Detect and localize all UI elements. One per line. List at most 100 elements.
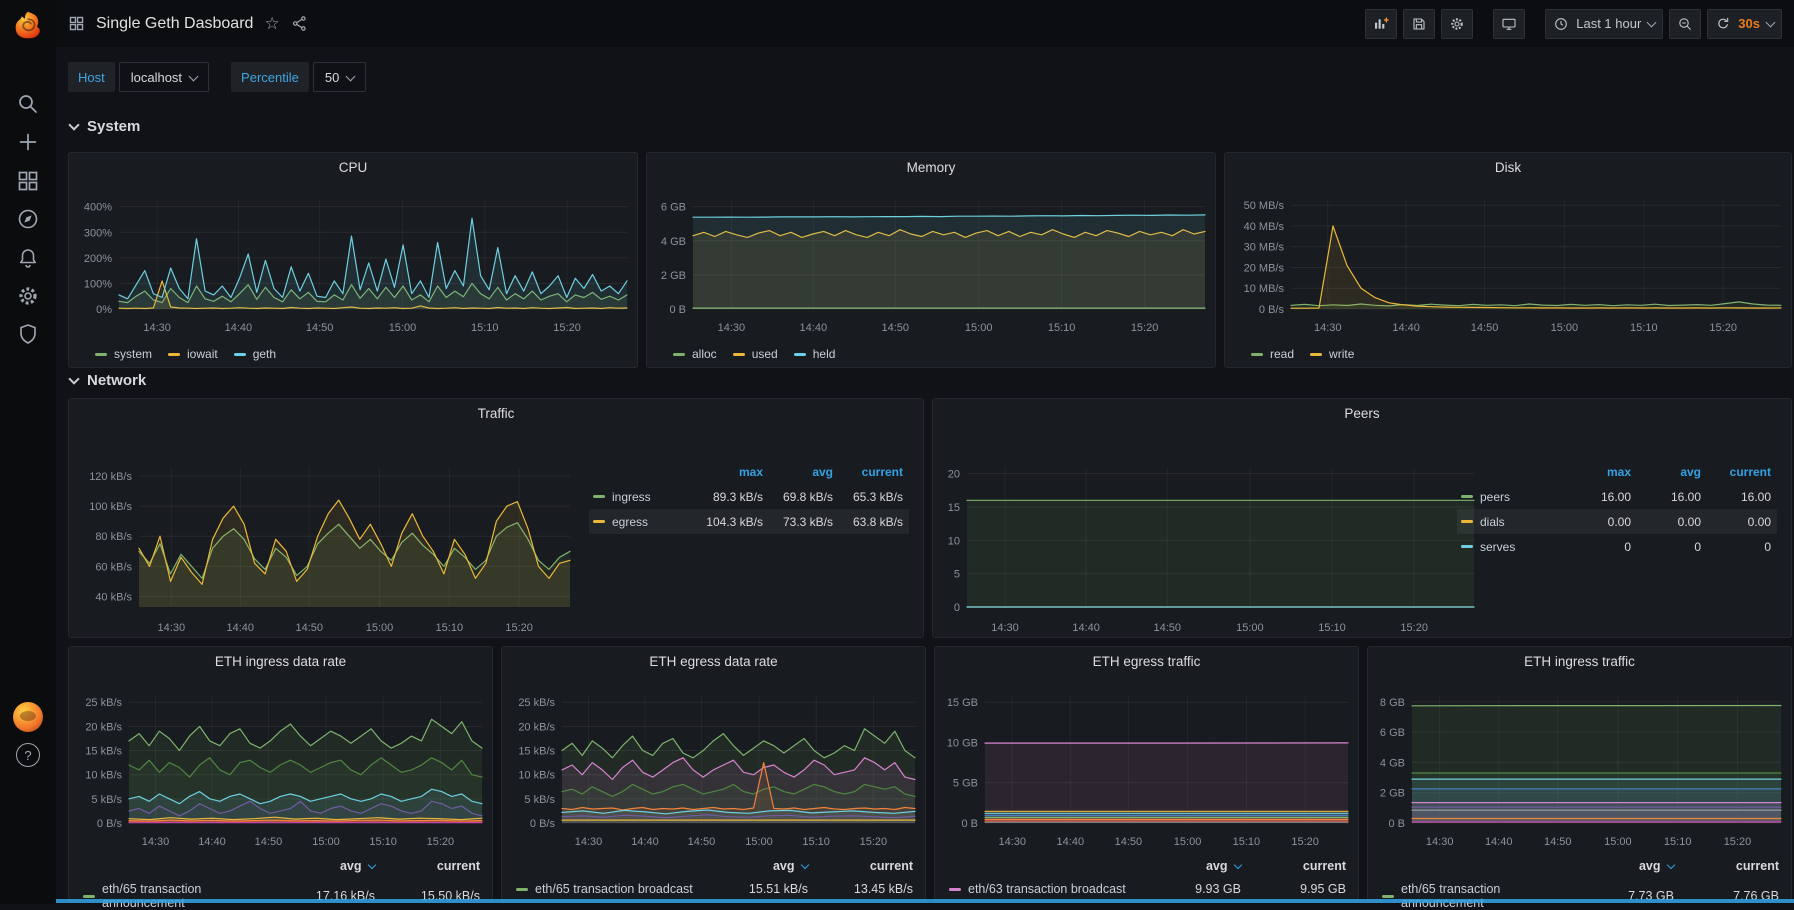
section-system[interactable]: System (70, 118, 140, 135)
dashboards-icon[interactable] (16, 169, 40, 193)
panel-title[interactable]: ETH egress data rate (502, 654, 925, 669)
svg-text:14:50: 14:50 (1471, 322, 1499, 334)
legend-avg-header[interactable]: avg (1126, 859, 1241, 873)
variable-percentile-value[interactable]: 50 (313, 62, 366, 92)
legend-avg-header[interactable]: avg (1559, 859, 1674, 873)
legend-row[interactable]: eth/65 transaction announcement17.16 kB/… (83, 882, 480, 910)
section-network[interactable]: Network (70, 372, 146, 389)
legend-current-header[interactable]: current (1674, 859, 1779, 873)
eth-ingress-traffic-chart[interactable]: 0 B2 GB4 GB6 GB8 GB14:3014:4014:5015:001… (1372, 679, 1789, 851)
legend-value: 89.3 kB/s (693, 490, 763, 504)
memory-chart[interactable]: 0 B2 GB4 GB6 GB14:3014:4014:5015:0015:10… (651, 183, 1213, 337)
legend-column-header[interactable]: max (1561, 465, 1631, 479)
eth-ingress-rate-chart[interactable]: 0 B/s5 kB/s10 kB/s15 kB/s20 kB/s25 kB/s1… (73, 679, 490, 851)
panel-title[interactable]: Memory (647, 160, 1215, 175)
section-title: System (87, 118, 140, 135)
legend-row[interactable]: dials0.000.000.00 (1457, 509, 1777, 534)
search-icon[interactable] (16, 92, 40, 116)
legend-current-value: 13.45 kB/s (808, 882, 913, 896)
configuration-gear-icon[interactable] (16, 284, 40, 308)
panel-disk: Disk 0 B/s10 MB/s20 MB/s30 MB/s40 MB/s50… (1224, 152, 1792, 368)
svg-text:20 kB/s: 20 kB/s (518, 721, 555, 733)
svg-text:15:00: 15:00 (312, 836, 340, 848)
chevron-down-icon (1647, 18, 1657, 28)
legend-item[interactable]: used (733, 347, 778, 361)
legend-row[interactable]: egress104.3 kB/s73.3 kB/s63.8 kB/s (589, 509, 909, 534)
peers-chart[interactable]: 0510152014:3014:4014:5015:0015:1015:20 (937, 437, 1482, 637)
legend-item[interactable]: iowait (168, 347, 218, 361)
legend-item[interactable]: geth (234, 347, 276, 361)
panel-title[interactable]: Traffic (69, 406, 923, 421)
panel-title[interactable]: ETH ingress traffic (1368, 654, 1791, 669)
legend-swatch (794, 353, 806, 356)
panel-title[interactable]: ETH egress traffic (935, 654, 1358, 669)
variable-percentile-label[interactable]: Percentile (231, 62, 309, 92)
panel-title[interactable]: Disk (1225, 160, 1791, 175)
legend-current-header[interactable]: current (1241, 859, 1346, 873)
legend-avg-header[interactable]: avg (693, 859, 808, 873)
panel-title[interactable]: ETH ingress data rate (69, 654, 492, 669)
svg-text:15:00: 15:00 (1604, 836, 1632, 848)
legend-bottom-header: avg current (1382, 859, 1779, 873)
refresh-button[interactable]: 30s (1707, 9, 1782, 39)
user-avatar[interactable] (13, 702, 43, 732)
legend-row[interactable]: ingress89.3 kB/s69.8 kB/s65.3 kB/s (589, 484, 909, 509)
create-plus-icon[interactable] (16, 130, 40, 154)
cycle-view-mode-button[interactable] (1493, 9, 1525, 39)
svg-text:15:20: 15:20 (1131, 322, 1159, 334)
legend-row[interactable]: peers16.0016.0016.00 (1457, 484, 1777, 509)
legend-item[interactable]: write (1310, 347, 1354, 361)
panel-peers: Peers 0510152014:3014:4014:5015:0015:101… (932, 398, 1792, 638)
legend-item[interactable]: read (1251, 347, 1294, 361)
variable-host-value[interactable]: localhost (119, 62, 209, 92)
legend-row[interactable]: eth/65 transaction broadcast15.51 kB/s13… (516, 882, 913, 896)
legend-item[interactable]: system (95, 347, 152, 361)
legend-column-header[interactable]: max (693, 465, 763, 479)
help-icon[interactable]: ? (16, 743, 40, 767)
zoom-out-time-button[interactable] (1669, 9, 1701, 39)
legend-current-header[interactable]: current (375, 859, 480, 873)
svg-text:0 B/s: 0 B/s (97, 818, 123, 830)
alerting-bell-icon[interactable] (16, 246, 40, 270)
panel-title[interactable]: CPU (69, 160, 637, 175)
legend-current-header[interactable]: current (808, 859, 913, 873)
time-range-picker[interactable]: Last 1 hour (1545, 9, 1663, 39)
variable-host-label[interactable]: Host (68, 62, 115, 92)
disk-chart[interactable]: 0 B/s10 MB/s20 MB/s30 MB/s40 MB/s50 MB/s… (1229, 183, 1789, 337)
svg-text:14:30: 14:30 (143, 322, 171, 334)
save-dashboard-button[interactable] (1403, 9, 1435, 39)
panel-title[interactable]: Peers (933, 406, 1791, 421)
eth-egress-rate-chart[interactable]: 0 B/s5 kB/s10 kB/s15 kB/s20 kB/s25 kB/s1… (506, 679, 923, 851)
svg-text:10 GB: 10 GB (947, 737, 978, 749)
legend-column-header[interactable]: current (1701, 465, 1771, 479)
dashboard-settings-button[interactable] (1441, 9, 1473, 39)
legend-row[interactable]: serves000 (1457, 534, 1777, 559)
star-icon[interactable]: ☆ (264, 15, 279, 32)
dashboard-title[interactable]: Single Geth Dasboard (96, 15, 253, 33)
eth-egress-traffic-chart[interactable]: 0 B5 GB10 GB15 GB14:3014:4014:5015:0015:… (939, 679, 1356, 851)
legend-avg-header[interactable]: avg (260, 859, 375, 873)
legend-swatch (1461, 520, 1473, 523)
svg-text:100 kB/s: 100 kB/s (89, 501, 132, 513)
legend-label: ingress (593, 490, 693, 504)
legend-value: 69.8 kB/s (763, 490, 833, 504)
admin-shield-icon[interactable] (16, 322, 40, 346)
legend-avg-value: 9.93 GB (1126, 882, 1241, 896)
traffic-chart[interactable]: 40 kB/s60 kB/s80 kB/s100 kB/s120 kB/s14:… (73, 437, 578, 637)
grafana-logo[interactable] (13, 10, 43, 40)
legend-column-header[interactable]: avg (1631, 465, 1701, 479)
legend-row[interactable]: eth/63 transaction broadcast9.93 GB9.95 … (949, 882, 1346, 896)
legend-item[interactable]: held (794, 347, 836, 361)
legend-column-header[interactable]: avg (763, 465, 833, 479)
svg-text:15:20: 15:20 (1709, 322, 1737, 334)
cpu-chart[interactable]: 0%100%200%300%400%14:3014:4014:5015:0015… (73, 183, 635, 337)
memory-legend: alloc used held (673, 347, 835, 361)
add-panel-button[interactable] (1365, 9, 1397, 39)
legend-item[interactable]: alloc (673, 347, 717, 361)
legend-row[interactable]: eth/65 transaction announcement7.73 GB7.… (1382, 882, 1779, 910)
legend-column-header[interactable]: current (833, 465, 903, 479)
legend-swatch (593, 495, 605, 498)
explore-compass-icon[interactable] (16, 207, 40, 231)
svg-text:0 B: 0 B (961, 818, 978, 830)
share-icon[interactable] (291, 15, 308, 32)
